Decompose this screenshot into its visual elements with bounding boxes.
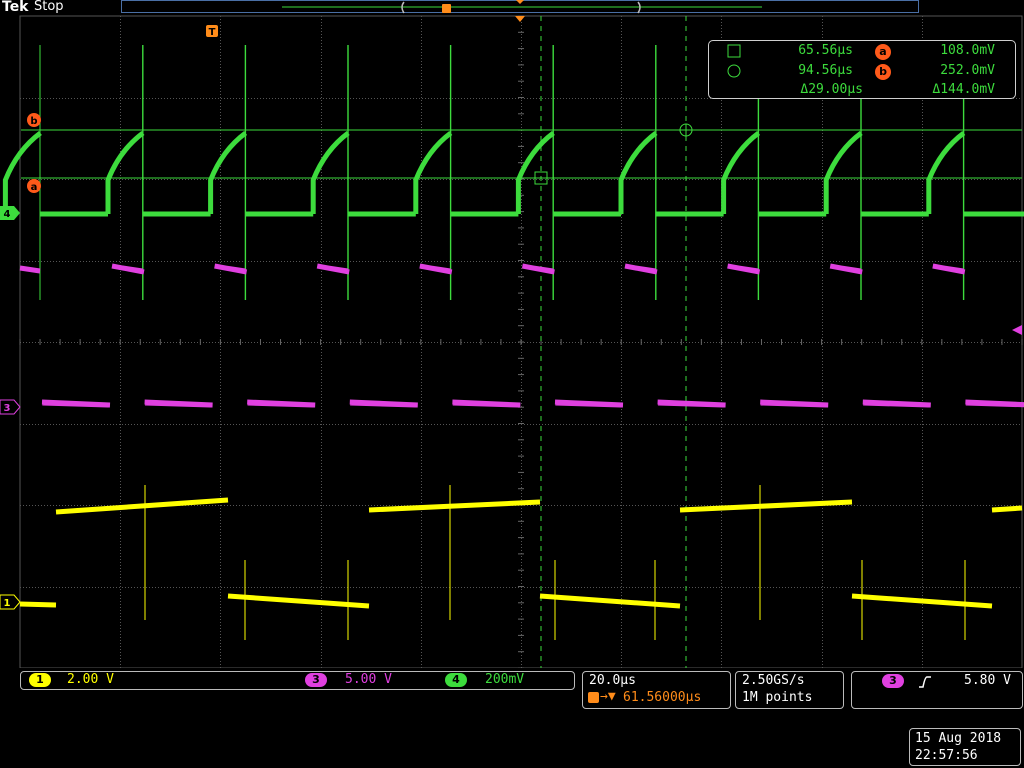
square-cursor-icon (727, 44, 741, 58)
cursor-b-badge: b (875, 64, 891, 80)
cursor-a-level: 108.0mV (940, 43, 995, 58)
ch4-badge[interactable]: 4 (445, 673, 467, 687)
ch3-scale[interactable]: 5.00 V (345, 672, 392, 687)
ch1-badge[interactable]: 1 (29, 673, 51, 687)
acquisition-panel[interactable]: 2.50GS/s 1M points (735, 671, 844, 709)
circle-cursor-icon (727, 64, 741, 78)
delta-time: Δ29.00µs (800, 82, 863, 97)
channel-scale-bar[interactable]: 1 2.00 V 3 5.00 V 4 200mV (20, 671, 575, 690)
arrow-icon: →▼ (600, 689, 616, 704)
ch1-scale[interactable]: 2.00 V (67, 672, 114, 687)
svg-text:4: 4 (4, 209, 11, 220)
record-length: 1M points (742, 690, 813, 705)
trigger-position[interactable]: 61.56000µs (623, 690, 701, 705)
cursor1-time: 65.56µs (798, 43, 853, 58)
trigger-t-icon (588, 692, 599, 703)
trigger-source-badge[interactable]: 3 (882, 674, 904, 688)
svg-text:a: a (31, 182, 38, 193)
svg-text:1: 1 (4, 598, 11, 609)
cursor-a-badge: a (875, 44, 891, 60)
time: 22:57:56 (915, 748, 978, 763)
ch3-badge[interactable]: 3 (305, 673, 327, 687)
ch3-ground-marker[interactable]: 3 (0, 399, 21, 415)
cursor2-time: 94.56µs (798, 63, 853, 78)
cursor-a-label: a (27, 179, 41, 193)
svg-text:T: T (209, 27, 216, 38)
date: 15 Aug 2018 (915, 731, 1002, 746)
cursor-b-level: 252.0mV (940, 63, 995, 78)
delta-level: Δ144.0mV (932, 82, 995, 97)
ch4-ground-marker[interactable]: 4 (0, 206, 20, 220)
waveform-display[interactable]: T b a 4 3 1 (0, 0, 1024, 668)
cursor-b-label: b (27, 113, 41, 127)
record-trigger-t-icon (442, 4, 451, 13)
ch4-scale[interactable]: 200mV (485, 672, 524, 687)
svg-text:3: 3 (4, 403, 11, 414)
horizontal-panel[interactable]: 20.0µs →▼ 61.56000µs (582, 671, 731, 709)
trigger-t-icon: T (206, 25, 218, 38)
cursor-readout-panel: 65.56µs a 108.0mV 94.56µs b 252.0mV Δ29.… (708, 40, 1016, 99)
ch1-ground-marker[interactable]: 1 (0, 594, 21, 610)
rising-edge-icon (919, 676, 931, 688)
record-trigger-marker (516, 0, 524, 4)
svg-text:b: b (30, 116, 37, 127)
datetime-panel: 15 Aug 2018 22:57:56 (909, 728, 1021, 766)
time-per-div[interactable]: 20.0µs (589, 673, 636, 688)
sample-rate: 2.50GS/s (742, 673, 805, 688)
trigger-panel[interactable]: 3 5.80 V (851, 671, 1023, 709)
trigger-level[interactable]: 5.80 V (964, 673, 1011, 688)
